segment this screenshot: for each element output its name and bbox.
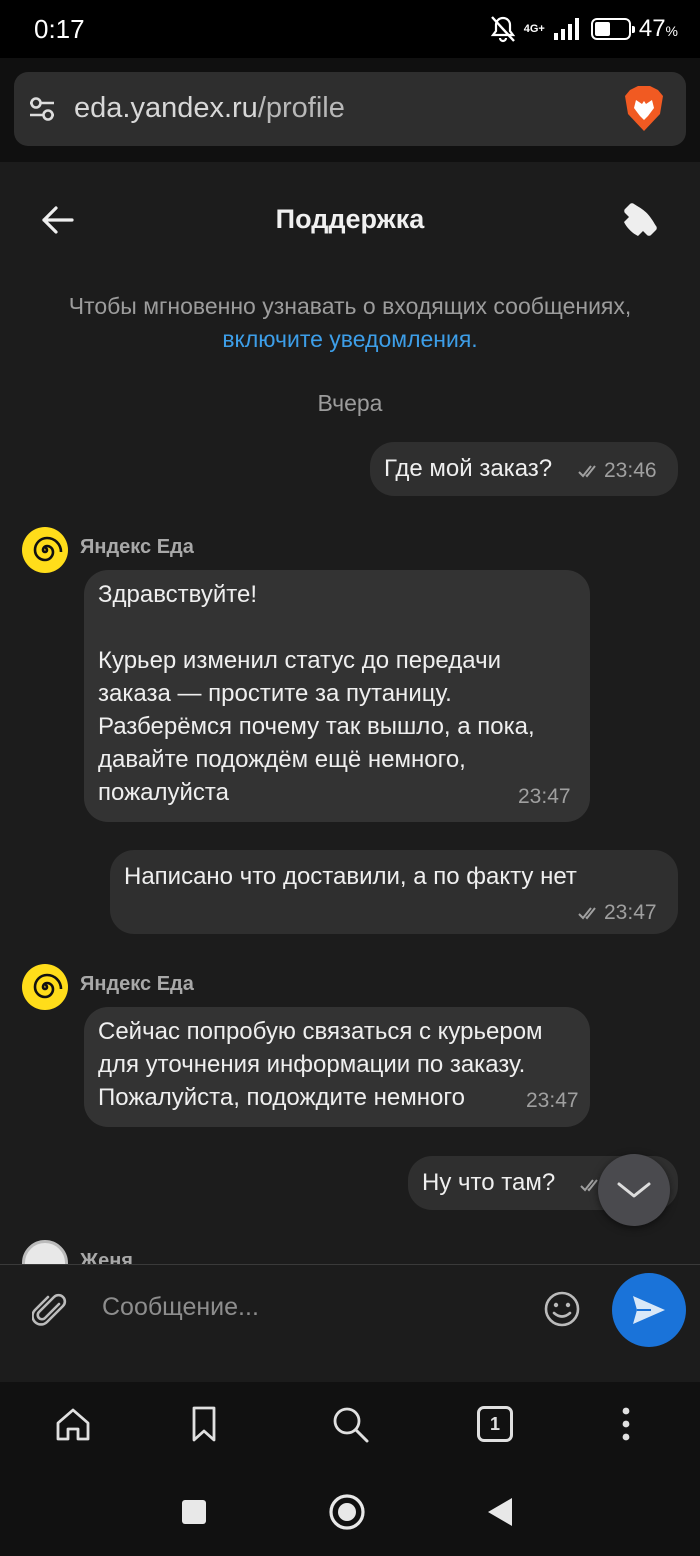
message-time: 23:47 [518, 785, 571, 808]
bell-off-icon [490, 16, 515, 43]
message-text: Ну что там? [422, 1169, 556, 1196]
search-icon [333, 1407, 369, 1443]
bookmark-icon [192, 1406, 216, 1442]
tabs-button[interactable]: 1 [475, 1404, 515, 1444]
battery-icon [590, 18, 635, 40]
message-time: 23:47 [604, 901, 657, 924]
status-icons: 4G+ 47% [490, 12, 678, 46]
spiral-logo-icon [33, 536, 63, 562]
url-host: eda.yandex.ru [74, 92, 258, 124]
circle-icon [329, 1494, 365, 1530]
message-sender: Женя [80, 1250, 133, 1264]
message-time: 23:47 [526, 1089, 579, 1112]
date-separator: Вчера [317, 390, 383, 416]
more-vertical-icon [622, 1407, 630, 1441]
message-outgoing[interactable]: Где мой заказ? 23:46 [370, 442, 678, 496]
triangle-back-icon [488, 1498, 512, 1526]
message-input[interactable]: Сообщение... [102, 1293, 259, 1322]
network-type: 4G+ [523, 22, 545, 35]
recents-button[interactable] [174, 1492, 214, 1532]
home-button[interactable] [53, 1404, 93, 1444]
message-meta: 23:47 [578, 896, 657, 929]
yandex-eda-avatar [22, 527, 68, 573]
signal-icon [553, 18, 579, 40]
phone-icon[interactable] [622, 200, 660, 238]
user-avatar [22, 1240, 68, 1264]
emoji-icon[interactable] [542, 1289, 582, 1329]
paperclip-icon[interactable] [32, 1291, 70, 1331]
message-meta: 23:46 [578, 454, 657, 487]
notice-text: Чтобы мгновенно узнавать о входящих сооб… [68, 293, 632, 319]
message-text: Написано что доставили, а по факту нет [124, 863, 577, 890]
status-time: 0:17 [34, 14, 85, 44]
yandex-eda-avatar [22, 964, 68, 1010]
chevron-down-icon [617, 1182, 651, 1198]
message-incoming[interactable]: Сейчас попробую связаться с курьером для… [84, 1007, 590, 1127]
url-path: /profile [257, 92, 345, 124]
message-meta: 23:47 [518, 780, 571, 813]
double-check-icon [578, 464, 596, 477]
browser-toolbar: eda.yandex.ru/profile [0, 58, 700, 162]
square-icon [182, 1500, 206, 1524]
message-incoming[interactable]: Здравствуйте! Курьер изменил статус до п… [84, 570, 590, 822]
message-sender: Яндекс Еда [80, 973, 194, 995]
enable-notifications-link[interactable]: включите уведомления. [222, 326, 477, 352]
url-text[interactable]: eda.yandex.ru/profile [74, 92, 345, 125]
message-meta: 23:47 [518, 1084, 579, 1117]
system-back-button[interactable] [480, 1492, 520, 1532]
site-settings-icon[interactable] [26, 94, 58, 124]
notification-notice: Чтобы мгновенно узнавать о входящих сооб… [60, 290, 640, 356]
home-icon [56, 1408, 90, 1441]
send-icon [633, 1296, 665, 1324]
system-home-button[interactable] [327, 1492, 367, 1532]
double-check-icon [578, 906, 596, 919]
address-bar[interactable]: eda.yandex.ru/profile [14, 72, 686, 146]
status-bar: 0:17 4G+ 47% [0, 0, 700, 58]
search-button[interactable] [330, 1404, 370, 1444]
bookmarks-button[interactable] [184, 1404, 224, 1444]
message-text: Здравствуйте! Курьер изменил статус до п… [98, 581, 535, 806]
spiral-logo-icon [33, 973, 63, 999]
message-outgoing[interactable]: Написано что доставили, а по факту нет 2… [110, 850, 678, 934]
message-time: 23:46 [604, 459, 657, 482]
send-button[interactable] [612, 1273, 686, 1347]
message-sender: Яндекс Еда [80, 536, 194, 558]
browser-bottom-bar: 1 [0, 1382, 700, 1474]
tab-count: 1 [477, 1406, 513, 1442]
message-text: Где мой заказ? [384, 455, 553, 482]
more-menu-button[interactable] [606, 1404, 646, 1444]
battery-level [594, 22, 610, 36]
system-navigation-bar [0, 1474, 700, 1556]
message-text: Сейчас попробую связаться с курьером для… [98, 1018, 550, 1111]
chat-area[interactable]: Поддержка Чтобы мгновенно узнавать о вхо… [0, 162, 700, 1264]
battery-percent: 47% [638, 15, 678, 42]
chat-title: Поддержка [275, 204, 425, 234]
message-composer: Сообщение... [0, 1264, 700, 1382]
brave-lion-icon[interactable] [622, 84, 666, 134]
scroll-to-bottom-button[interactable] [598, 1154, 670, 1226]
